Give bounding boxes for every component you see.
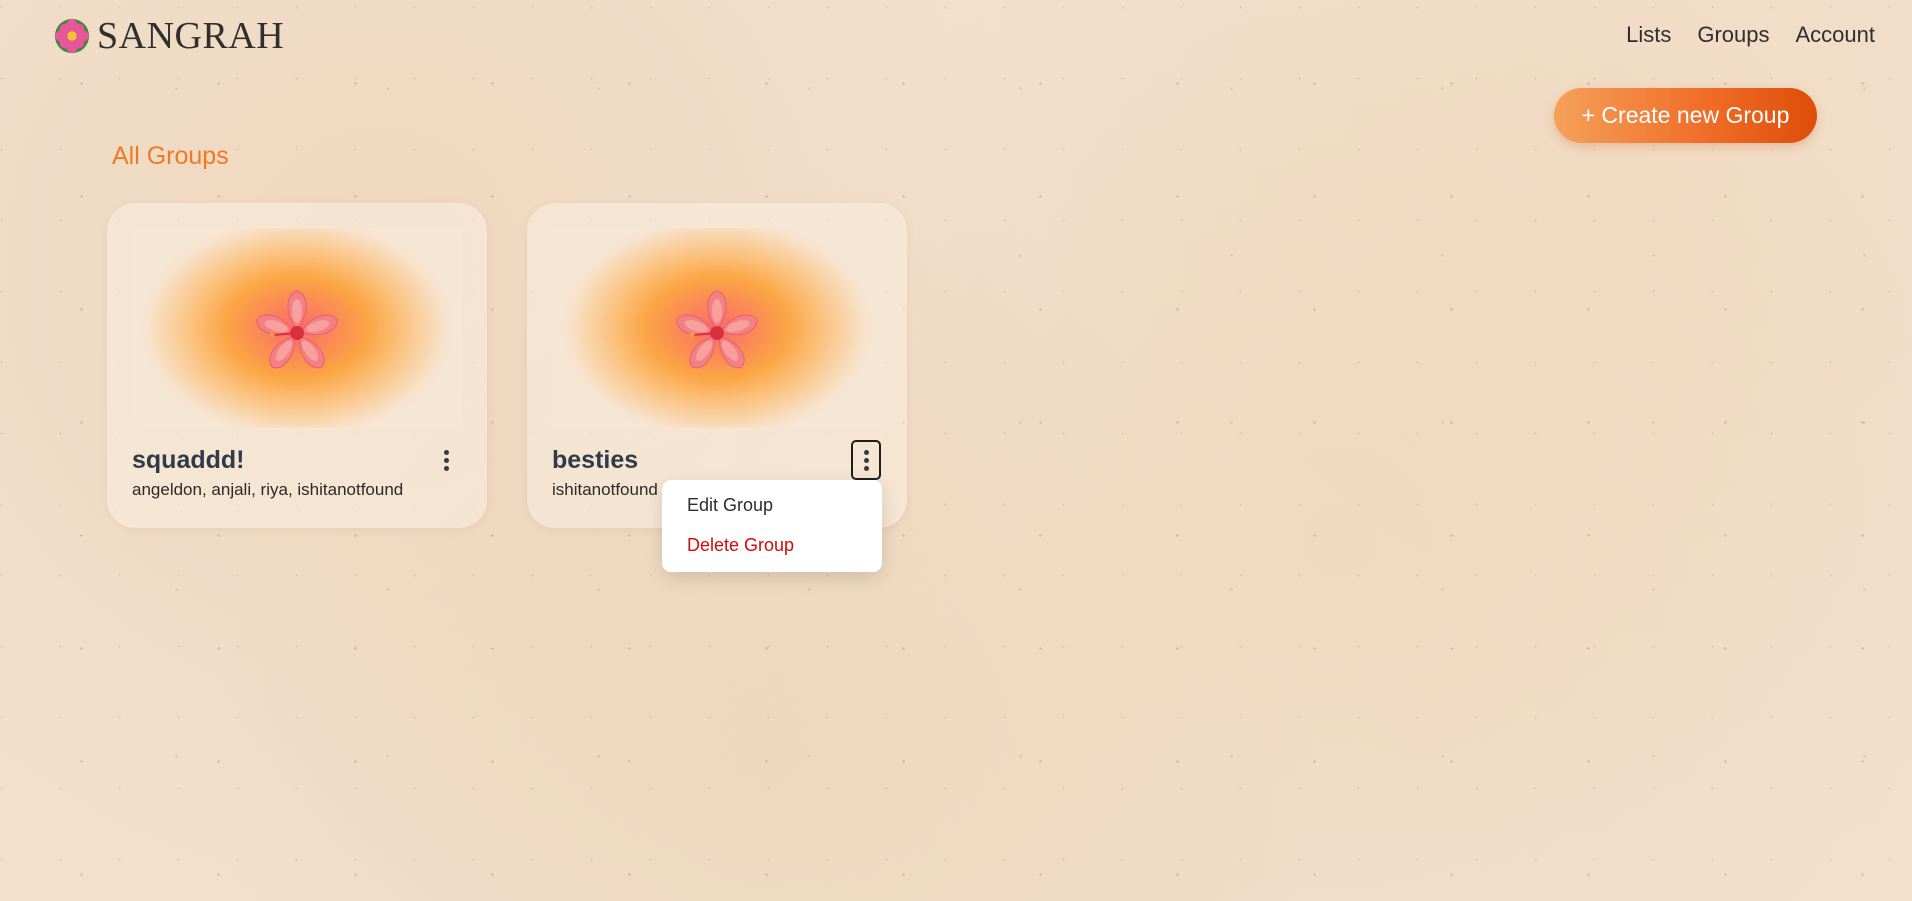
main-nav: Lists Groups Account <box>1626 22 1875 48</box>
group-name: squaddd! <box>132 446 245 474</box>
group-options-menu: Edit Group Delete Group <box>662 480 882 572</box>
hibiscus-icon <box>676 290 758 369</box>
nav-lists-link[interactable]: Lists <box>1626 22 1671 48</box>
delete-group-menu-item[interactable]: Delete Group <box>687 535 794 556</box>
edit-group-menu-item[interactable]: Edit Group <box>687 495 773 516</box>
group-image <box>132 228 462 428</box>
more-options-icon[interactable] <box>431 440 461 480</box>
nav-groups-link[interactable]: Groups <box>1697 22 1769 48</box>
brand[interactable]: SANGRAH <box>53 14 284 58</box>
page-title: All Groups <box>112 142 229 170</box>
group-members: angeldon, anjali, riya, ishitanotfound <box>132 480 404 499</box>
more-options-icon[interactable] <box>851 440 881 480</box>
group-card[interactable]: squaddd! angeldon, anjali, riya, ishitan… <box>107 203 487 528</box>
nav-account-link[interactable]: Account <box>1796 22 1876 48</box>
top-header: SANGRAH Lists Groups Account <box>0 0 1912 70</box>
flower-logo-icon <box>54 18 90 54</box>
create-group-button[interactable]: + Create new Group <box>1554 88 1817 143</box>
group-image <box>552 228 882 428</box>
hibiscus-icon <box>256 290 338 369</box>
group-name: besties <box>552 446 639 474</box>
brand-name: SANGRAH <box>97 15 285 57</box>
group-members: ishitanotfound <box>552 480 658 499</box>
